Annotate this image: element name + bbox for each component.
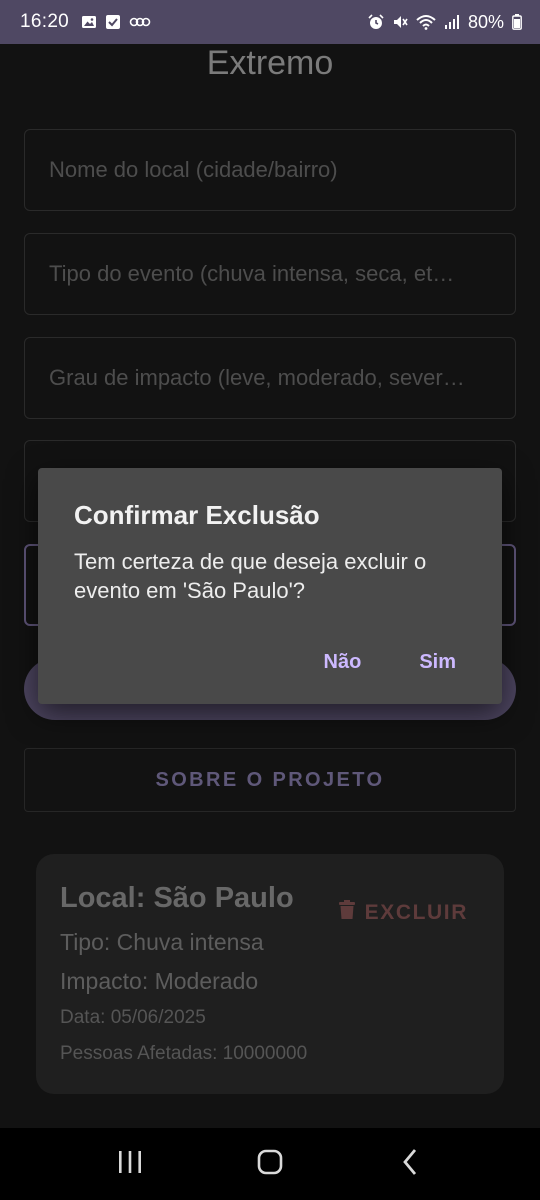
delete-label: EXCLUIR [364, 901, 468, 924]
recent-apps-button[interactable] [100, 1140, 160, 1188]
confirm-delete-dialog: Confirmar Exclusão Tem certeza de que de… [38, 468, 502, 704]
system-nav-bar [0, 1128, 540, 1200]
home-button[interactable] [240, 1140, 300, 1188]
event-type: Tipo: Chuva intensa [60, 929, 264, 955]
home-icon [257, 1149, 283, 1180]
confirm-button[interactable]: Sim [419, 651, 456, 674]
about-project-button[interactable]: SOBRE O PROJETO [24, 748, 516, 812]
battery-icon [512, 14, 522, 30]
alarm-icon [368, 14, 384, 30]
dialog-message: Tem certeza de que deseja excluir o even… [74, 549, 427, 603]
event-date: Data: 05/06/2025 [60, 1007, 206, 1028]
mute-icon [392, 14, 408, 30]
signal-icon [444, 14, 460, 30]
wifi-icon [416, 14, 436, 30]
check-square-icon [105, 14, 121, 30]
event-impact: Impacto: Moderado [60, 968, 259, 994]
impact-level-input[interactable]: Grau de impacto (leve, moderado, sever… [24, 337, 516, 419]
event-type-input[interactable]: Tipo do evento (chuva intensa, seca, et… [24, 233, 516, 315]
event-card: Local: São Paulo Tipo: Chuva intensa Imp… [36, 854, 504, 1094]
event-affected-people: Pessoas Afetadas: 10000000 [60, 1043, 308, 1064]
battery-percent: 80% [467, 11, 504, 32]
image-icon [81, 14, 97, 30]
trash-icon [338, 900, 355, 926]
dialog-title: Confirmar Exclusão [74, 500, 320, 530]
cancel-button[interactable]: Não [324, 651, 362, 674]
delete-event-button[interactable]: EXCLUIR [338, 900, 468, 926]
back-button[interactable] [380, 1140, 440, 1188]
status-time: 16:20 [20, 11, 70, 32]
back-icon [401, 1148, 419, 1181]
voicemail-icon [129, 14, 151, 30]
status-bar: 16:20 80% [0, 0, 540, 44]
local-name-input[interactable]: Nome do local (cidade/bairro) [24, 129, 516, 211]
recent-apps-icon [117, 1150, 143, 1179]
dialog-actions: Não Sim [324, 651, 456, 674]
page-title: Extremo [206, 44, 334, 82]
